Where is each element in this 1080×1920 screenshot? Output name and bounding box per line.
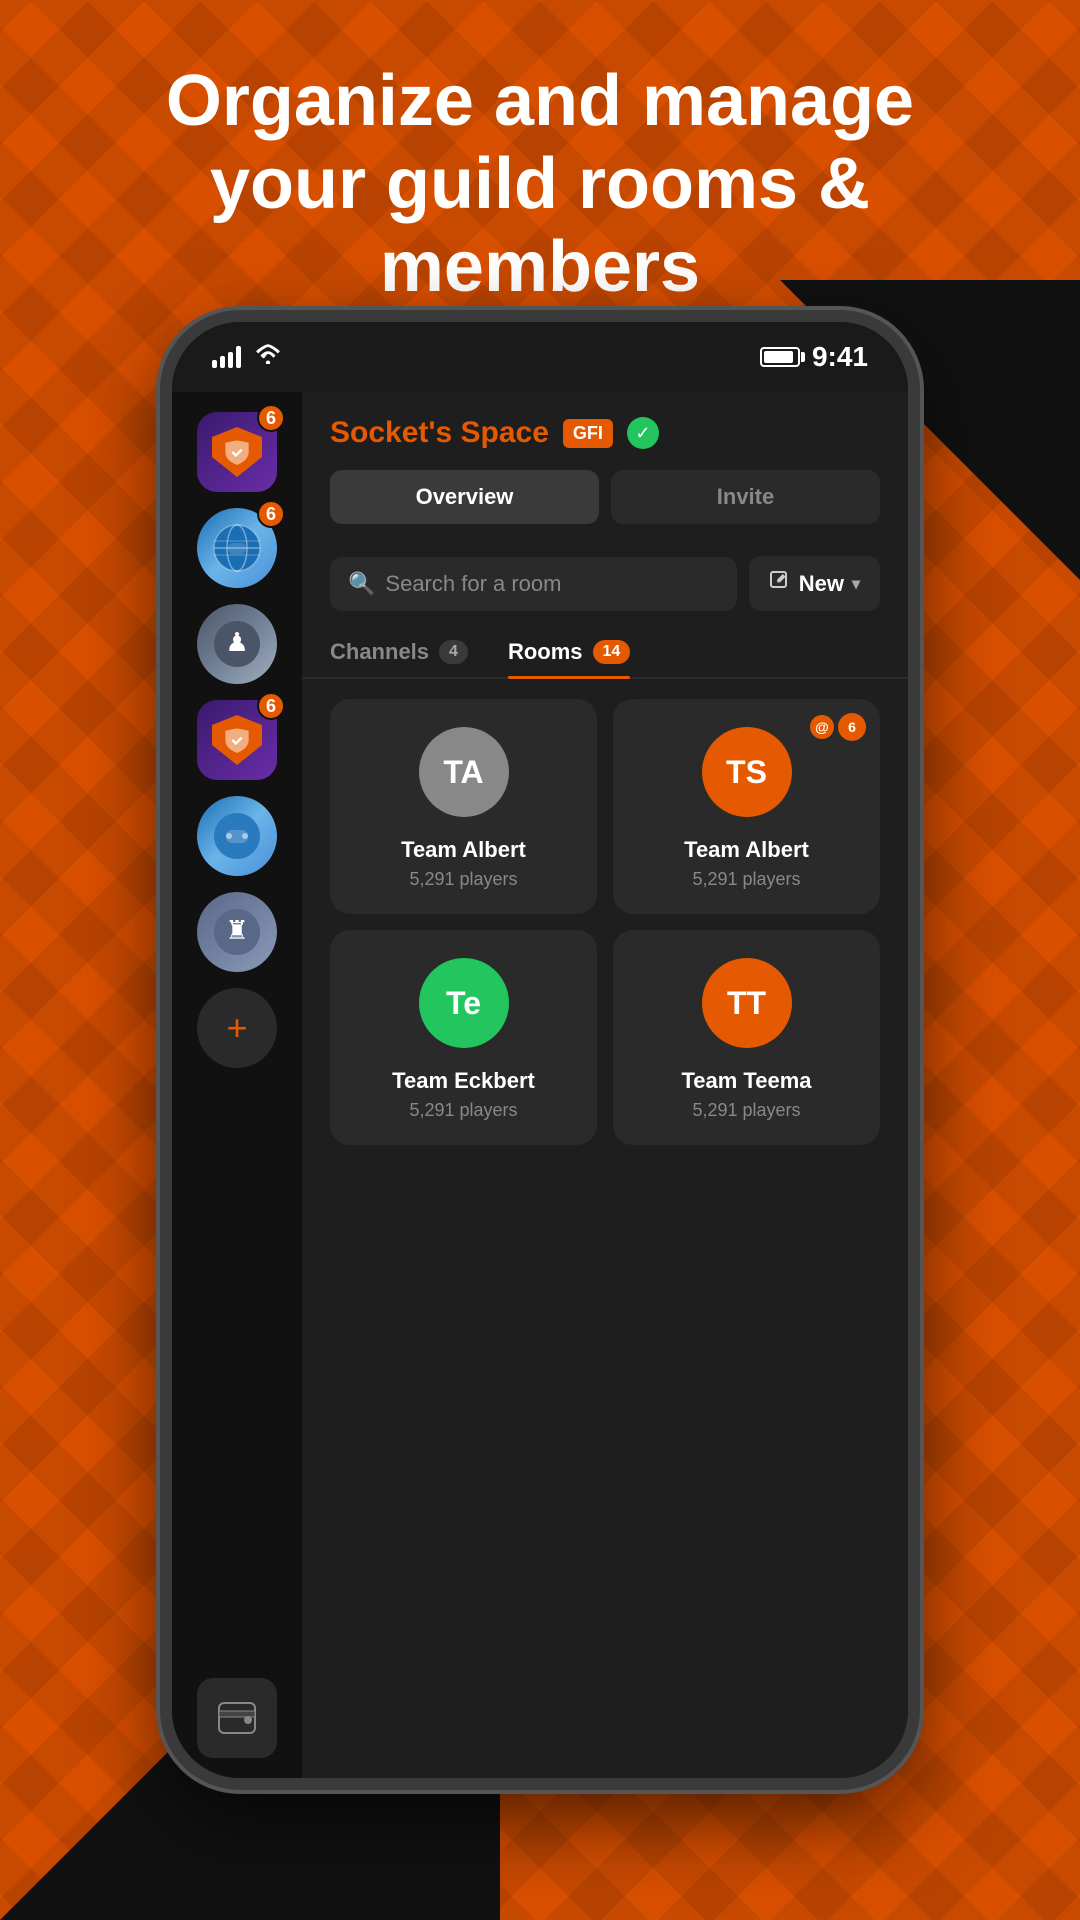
search-placeholder: Search for a room [385,571,561,597]
sidebar-item-guild1[interactable]: 6 [197,412,277,492]
room-name-3: Team Eckbert [392,1068,535,1094]
tab-overview[interactable]: Overview [330,470,599,524]
at-icon: @ [810,715,834,739]
room-avatar-3: Te [419,958,509,1048]
search-icon: 🔍 [348,571,375,597]
phone-frame: 9:41 6 [160,310,920,1790]
header-tabs: Overview Invite [330,470,880,524]
room-avatar-2: TS [702,727,792,817]
room-avatar-4: TT [702,958,792,1048]
status-left [212,344,281,370]
svg-text:♜: ♜ [225,915,248,945]
room-players-4: 5,291 players [692,1100,800,1121]
signal-icon [212,346,241,368]
sidebar-item-guild2[interactable]: 6 [197,700,277,780]
rooms-count: 14 [593,640,631,664]
badge-count-4: 6 [257,692,285,720]
battery-icon [760,347,800,367]
main-panel: Socket's Space GFI ✓ Overview Invite 🔍 S… [302,392,908,1778]
tab-channels[interactable]: Channels 4 [330,627,468,677]
edit-icon [769,570,791,597]
room-name-1: Team Albert [401,837,526,863]
chess-avatar-2: ♜ [197,892,277,972]
rooms-label: Rooms [508,639,583,665]
guild-title-row: Socket's Space GFI ✓ [330,416,880,450]
channels-label: Channels [330,639,429,665]
hero-title: Organize and manage your guild rooms & m… [0,60,1080,308]
sidebar-item-globe1[interactable]: 6 [197,508,277,588]
time-display: 9:41 [812,341,868,373]
panel-header: Socket's Space GFI ✓ Overview Invite [302,392,908,540]
room-card-2[interactable]: @ 6 TS Team Albert 5,291 players [613,699,880,914]
room-initials-3: Te [446,985,481,1022]
chess-avatar-1: ♟ [197,604,277,684]
filter-tabs: Channels 4 Rooms 14 [302,627,908,679]
sidebar-item-chess2[interactable]: ♜ [197,892,277,972]
sidebar: 6 [172,392,302,1778]
room-name-4: Team Teema [681,1068,811,1094]
phone-mockup: 9:41 6 [160,310,920,1790]
search-bar[interactable]: 🔍 Search for a room [330,557,737,611]
room-players-3: 5,291 players [409,1100,517,1121]
phone-notch [450,322,630,352]
room-name-2: Team Albert [684,837,809,863]
verified-icon: ✓ [627,417,659,449]
wallet-icon [218,1702,256,1734]
room-notification-2: @ 6 [810,713,866,741]
wallet-button[interactable] [197,1678,277,1758]
room-initials-1: TA [443,754,483,791]
gfi-badge: GFI [563,419,613,448]
guild-name: Socket's Space [330,416,549,450]
chevron-down-icon: ▾ [852,574,860,594]
add-guild-button[interactable]: + [197,988,277,1068]
badge-count-1: 6 [257,404,285,432]
shield-icon [212,427,262,477]
room-initials-4: TT [727,985,766,1022]
room-card-3[interactable]: Te Team Eckbert 5,291 players [330,930,597,1145]
sidebar-item-globe2[interactable] [197,796,277,876]
tab-invite[interactable]: Invite [611,470,880,524]
wifi-icon [255,344,281,370]
room-initials-2: TS [726,754,767,791]
svg-text:♟: ♟ [225,627,248,657]
search-row: 🔍 Search for a room New ▾ [302,540,908,627]
notif-badge-2: 6 [838,713,866,741]
status-right: 9:41 [760,341,868,373]
badge-count-2: 6 [257,500,285,528]
room-players-1: 5,291 players [409,869,517,890]
sidebar-item-chess1[interactable]: ♟ [197,604,277,684]
room-avatar-1: TA [419,727,509,817]
tab-rooms[interactable]: Rooms 14 [508,627,630,677]
room-card-1[interactable]: TA Team Albert 5,291 players [330,699,597,914]
plus-icon: + [226,1007,247,1049]
globe-avatar-2 [197,796,277,876]
channels-count: 4 [439,640,468,664]
room-card-4[interactable]: TT Team Teema 5,291 players [613,930,880,1145]
room-players-2: 5,291 players [692,869,800,890]
new-button[interactable]: New ▾ [749,556,880,611]
shield-icon-2 [212,715,262,765]
rooms-grid: TA Team Albert 5,291 players @ 6 TS [302,679,908,1165]
app-content: 6 [172,392,908,1778]
new-button-label: New [799,571,844,597]
